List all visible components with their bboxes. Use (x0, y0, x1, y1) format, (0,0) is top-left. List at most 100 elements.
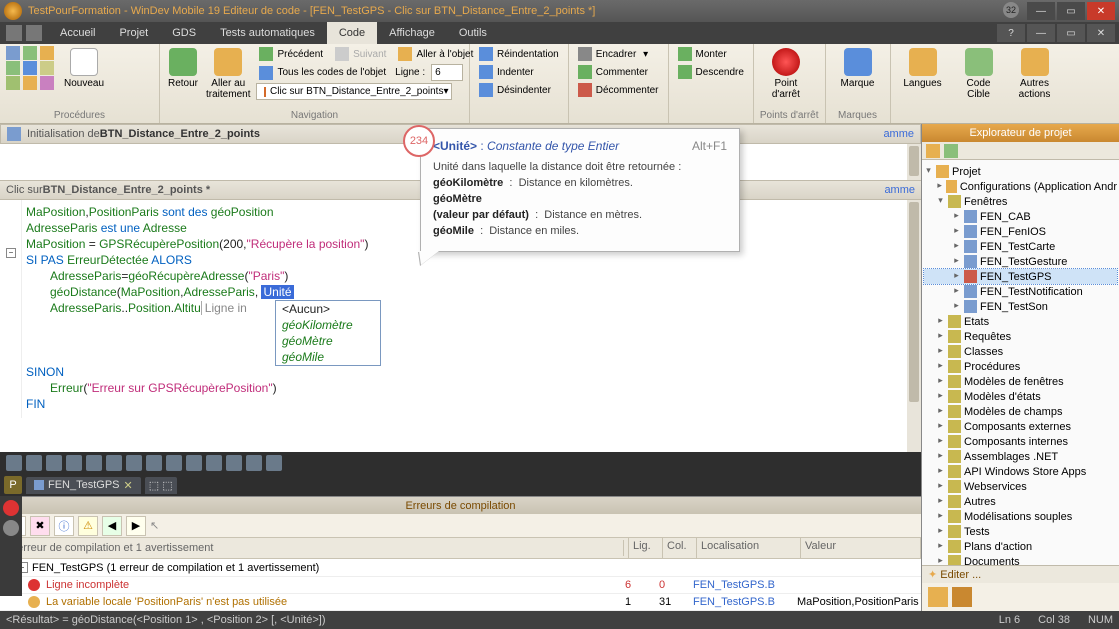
down-button[interactable]: Descendre (675, 64, 747, 80)
tree-item[interactable]: ▸Tests (924, 524, 1117, 539)
uncomment-button[interactable]: Décommenter (575, 82, 662, 98)
col-lig[interactable]: Lig. (629, 538, 663, 558)
ribbon-icon[interactable] (40, 46, 54, 60)
menu-code[interactable]: Code (327, 22, 377, 44)
link[interactable]: amme (883, 128, 914, 140)
maximize-button[interactable]: ▭ (1057, 2, 1085, 20)
goto-treatment-button[interactable]: Aller au traitement (204, 46, 252, 102)
menu-outils[interactable]: Outils (447, 22, 499, 44)
toolbar-icon[interactable] (926, 144, 940, 158)
tree-item[interactable]: ▸FEN_TestSon (924, 299, 1117, 314)
tree-item[interactable]: ▸Procédures (924, 359, 1117, 374)
col-col[interactable]: Col. (663, 538, 697, 558)
tb-icon[interactable] (86, 455, 102, 471)
tree-item-selected[interactable]: ▸FEN_TestGPS (924, 269, 1117, 284)
tb-icon[interactable] (46, 455, 62, 471)
search-icon[interactable] (928, 587, 948, 607)
ribbon-icon[interactable] (6, 46, 20, 60)
ribbon-icon[interactable] (6, 61, 20, 75)
tree-item[interactable]: ▸Plans d'action (924, 539, 1117, 554)
tb-icon[interactable] (126, 455, 142, 471)
error-row[interactable]: Ligne incomplète 6 0 FEN_TestGPS.B (0, 577, 921, 594)
fav-icon[interactable] (952, 587, 972, 607)
tree-item[interactable]: ▸Composants internes (924, 434, 1117, 449)
tree-item[interactable]: ▸FEN_TestNotification (924, 284, 1117, 299)
close-button[interactable]: ✕ (1087, 2, 1115, 20)
menu-affichage[interactable]: Affichage (377, 22, 447, 44)
all-codes-button[interactable]: Tous les codes de l'objet (256, 65, 389, 81)
tb-icon[interactable] (246, 455, 262, 471)
back-button[interactable]: Retour (166, 46, 200, 91)
menu-projet[interactable]: Projet (107, 22, 160, 44)
tb-icon[interactable] (146, 455, 162, 471)
tb-icon[interactable] (6, 455, 22, 471)
autocomplete-popup[interactable]: <Aucun> géoKilomètre géoMètre géoMile (275, 300, 381, 366)
tree-item[interactable]: ▸Webservices (924, 479, 1117, 494)
ac-item[interactable]: géoMètre (276, 333, 380, 349)
add-icon[interactable] (3, 520, 19, 536)
mdi-min-button[interactable]: — (1027, 24, 1055, 42)
err-filter-icon[interactable]: ⓘ (54, 516, 74, 536)
tb-icon[interactable] (106, 455, 122, 471)
goto-object-button[interactable]: Aller à l'objet (395, 46, 476, 62)
err-filter-icon[interactable]: ▶ (126, 516, 146, 536)
ac-item[interactable]: géoMile (276, 349, 380, 365)
prev-button[interactable]: Précédent (256, 46, 326, 62)
tab-project[interactable]: P (4, 476, 22, 494)
tb-icon[interactable] (166, 455, 182, 471)
tree-item[interactable]: ▸FEN_TestCarte (924, 239, 1117, 254)
tree-item[interactable]: ▸Modèles de fenêtres (924, 374, 1117, 389)
error-dot-icon[interactable] (3, 500, 19, 516)
ribbon-icon[interactable] (40, 76, 54, 90)
tree-item[interactable]: ▸Modèles de champs (924, 404, 1117, 419)
line-combo[interactable]: 6 (431, 64, 463, 81)
fold-icon[interactable]: − (6, 248, 16, 258)
tree-item[interactable]: ▸Documents (924, 554, 1117, 565)
tree-item[interactable]: ▸Autres (924, 494, 1117, 509)
err-filter-icon[interactable]: ⚠ (78, 516, 98, 536)
up-button[interactable]: Monter (675, 46, 747, 62)
err-filter-icon[interactable]: ◀ (102, 516, 122, 536)
tree-item[interactable]: ▸API Windows Store Apps (924, 464, 1117, 479)
tb-icon[interactable] (206, 455, 222, 471)
otheractions-button[interactable]: Autres actions (1009, 46, 1061, 102)
menu-icon[interactable] (26, 25, 42, 41)
reindent-button[interactable]: Réindentation (476, 46, 562, 62)
breakpoint-button[interactable]: Point d'arrêt (760, 46, 812, 102)
tb-icon[interactable] (26, 455, 42, 471)
mdi-max-button[interactable]: ▭ (1057, 24, 1085, 42)
link[interactable]: amme (884, 184, 915, 196)
langues-button[interactable]: Langues (897, 46, 949, 91)
minimize-button[interactable]: — (1027, 2, 1055, 20)
ribbon-icon[interactable] (40, 61, 54, 75)
error-row[interactable]: La variable locale 'PositionParis' n'est… (0, 594, 921, 611)
tree-item[interactable]: ▸FEN_CAB (924, 209, 1117, 224)
tree[interactable]: ▾Projet ▸Configurations (Application And… (922, 160, 1119, 565)
indent-button[interactable]: Indenter (476, 64, 562, 80)
menu-gds[interactable]: GDS (160, 22, 208, 44)
tree-item[interactable]: ▸Modèles d'états (924, 389, 1117, 404)
tree-item[interactable]: ▸Requêtes (924, 329, 1117, 344)
tab-close-icon[interactable]: ✕ (124, 479, 133, 492)
help-button[interactable]: ? (997, 24, 1025, 42)
next-button[interactable]: Suivant (332, 46, 389, 62)
tree-item[interactable]: ▸FEN_FenIOS (924, 224, 1117, 239)
ribbon-icon[interactable] (23, 61, 37, 75)
tree-item[interactable]: ▸Etats (924, 314, 1117, 329)
tree-item[interactable]: ▸FEN_TestGesture (924, 254, 1117, 269)
ribbon-icon[interactable] (6, 76, 20, 90)
menu-icon[interactable] (6, 25, 22, 41)
col-loc[interactable]: Localisation (697, 538, 801, 558)
ac-item-none[interactable]: <Aucun> (276, 301, 380, 317)
tb-icon[interactable] (186, 455, 202, 471)
ribbon-icon[interactable] (23, 76, 37, 90)
err-filter-icon[interactable]: ✖ (30, 516, 50, 536)
proc-combo[interactable]: Clic sur BTN_Distance_Entre_2_points▾ (256, 83, 452, 100)
ac-item[interactable]: géoKilomètre (276, 317, 380, 333)
tab-fen-testgps[interactable]: FEN_TestGPS✕ (26, 477, 141, 494)
tree-item[interactable]: ▸Modélisations souples (924, 509, 1117, 524)
ribbon-icon[interactable] (23, 46, 37, 60)
deindent-button[interactable]: Désindenter (476, 82, 562, 98)
tree-item[interactable]: ▸Assemblages .NET (924, 449, 1117, 464)
error-group[interactable]: ▾− FEN_TestGPS (1 erreur de compilation … (0, 559, 921, 577)
